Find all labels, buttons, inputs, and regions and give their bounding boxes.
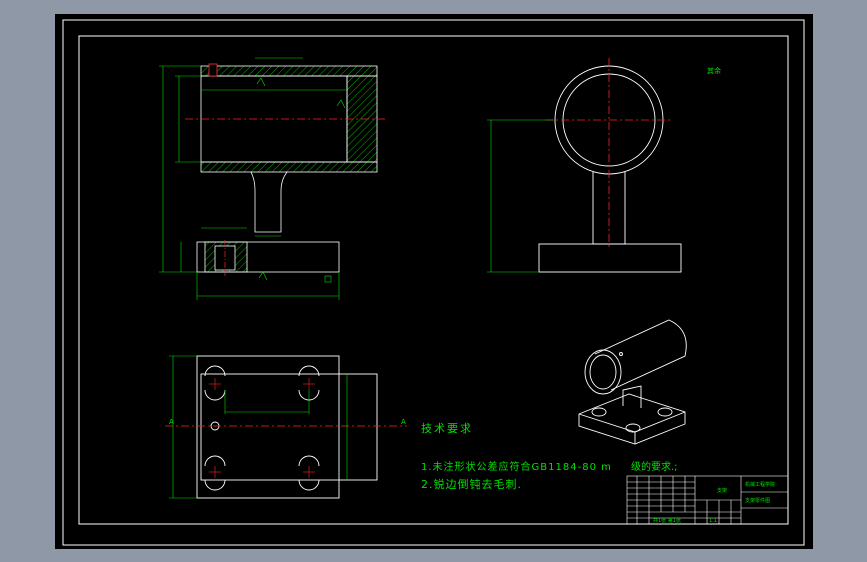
shell-bottom-hatch (200, 161, 378, 173)
front-section-view (159, 57, 385, 300)
isometric-view (578, 319, 687, 445)
stem (250, 171, 288, 233)
side-base (538, 243, 682, 273)
side-view (487, 58, 682, 273)
oil-hole (208, 63, 218, 77)
section-label-left: A (169, 418, 174, 426)
shell-top-hatch (200, 65, 378, 77)
tb-scale: 1:1 (709, 518, 717, 524)
tb-drawing-no: 支架零件图 (745, 497, 770, 504)
tech-req-title: 技术要求 (421, 422, 473, 435)
inner-frame (78, 35, 789, 525)
top-base (196, 355, 340, 499)
drawing-viewport[interactable]: 支架 机械工程学院 支架零件图 1:1 共1张 第1张 其余 A A 技术要求 … (55, 14, 813, 549)
tech-req-line1: 1.未注形状公差应符合GB1184-80 m (421, 462, 612, 473)
tb-sheet: 共1张 第1张 (653, 517, 681, 524)
tb-company: 机械工程学院 (745, 481, 775, 488)
tech-req-line1-tail: 级的要求.; (631, 462, 678, 473)
roughness-mark: 其余 (707, 67, 721, 75)
section-label-right: A (401, 418, 406, 426)
bolt-holes (204, 365, 320, 491)
tech-req-line2: 2.锐边倒钝去毛刺. (421, 478, 522, 491)
top-tube (200, 373, 378, 481)
tb-name: 支架 (717, 487, 727, 494)
top-view (165, 355, 407, 499)
